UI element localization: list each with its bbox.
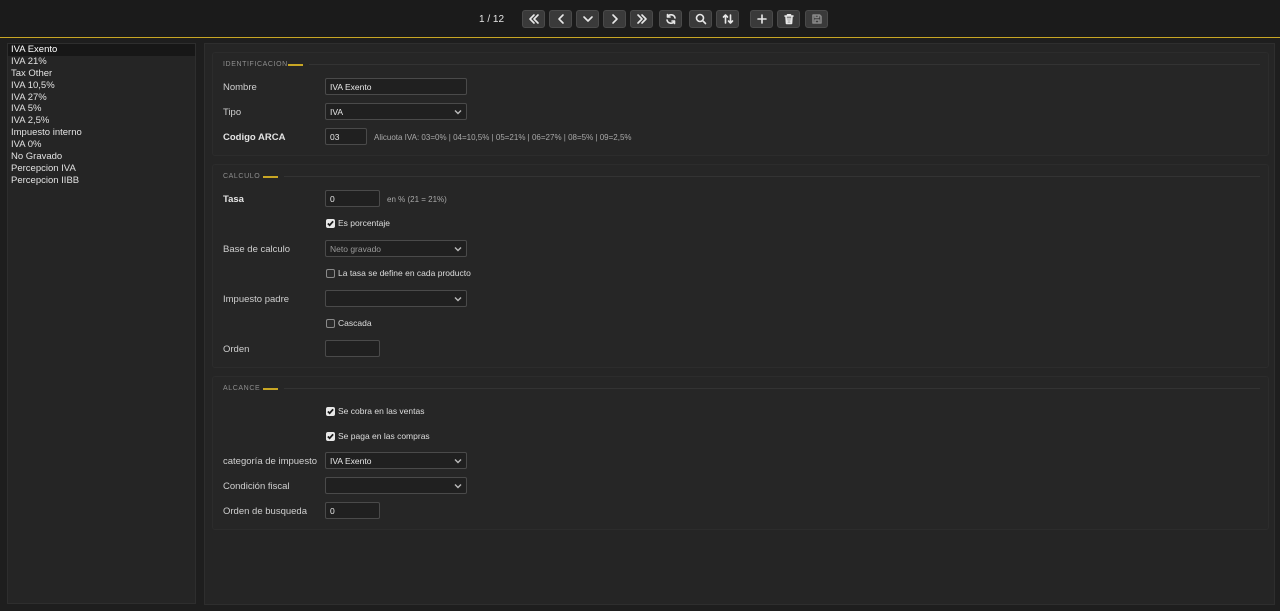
check-icon [327,433,334,440]
section-title: CALCULO [223,173,261,180]
categoria-impuesto-value: IVA Exento [330,456,372,466]
plus-icon [756,14,767,24]
list-item[interactable]: IVA 10,5% [8,80,195,92]
sort-arrows-icon [722,14,733,24]
list-item[interactable]: IVA 0% [8,139,195,151]
chevron-down-icon [454,108,462,116]
list-item[interactable]: Percepcion IVA [8,163,195,175]
list-item[interactable]: No Gravado [8,151,195,163]
paga-compras-checkbox[interactable]: Se paga en las compras [326,431,430,441]
chevrons-left-icon [528,14,539,24]
record-form: IDENTIFICACION Nombre IVA Exento Tipo IV… [204,43,1275,605]
section-divider [309,64,1260,65]
list-item[interactable]: IVA Exento [8,44,195,56]
section-title: IDENTIFICACION [223,61,288,68]
checkbox-box[interactable] [326,218,335,228]
checkbox-box[interactable] [326,318,335,328]
condicion-fiscal-select[interactable] [325,477,467,494]
chevron-right-icon [611,14,618,24]
checkbox-box[interactable] [326,406,335,416]
chevron-down-icon [454,457,462,465]
dropdown-button[interactable] [576,10,599,28]
section-divider [284,388,1260,389]
tasa-por-producto-label: La tasa se define en cada producto [338,268,471,278]
list-item[interactable]: IVA 21% [8,56,195,68]
list-item[interactable]: Percepcion IIBB [8,175,195,187]
nombre-label: Nombre [223,82,257,93]
cascada-checkbox[interactable]: Cascada [326,318,372,328]
nombre-input[interactable]: IVA Exento [325,78,467,95]
list-item[interactable]: Impuesto interno [8,127,195,139]
condicion-fiscal-label: Condición fiscal [223,481,290,492]
tipo-select-value: IVA [330,107,344,117]
chevron-down-icon [582,16,593,22]
cobra-ventas-checkbox[interactable]: Se cobra en las ventas [326,406,424,416]
paga-compras-label: Se paga en las compras [338,431,430,441]
tasa-label: Tasa [223,194,244,205]
base-calculo-select[interactable]: Neto gravado [325,240,467,257]
refresh-icon [665,13,676,25]
page-counter: 1 / 12 [479,14,505,25]
categoria-impuesto-select[interactable]: IVA Exento [325,452,467,469]
tasa-por-producto-checkbox[interactable]: La tasa se define en cada producto [326,268,471,278]
record-list: IVA Exento IVA 21% Tax Other IVA 10,5% I… [7,43,196,604]
last-page-button[interactable] [630,10,653,28]
section-divider [284,176,1260,177]
search-icon [695,13,706,25]
check-icon [327,408,334,415]
sort-button[interactable] [716,10,739,28]
tipo-select[interactable]: IVA [325,103,467,120]
cascada-label: Cascada [338,318,372,328]
orden-input[interactable] [325,340,380,357]
section-alcance: ALCANCE Se cobra en las ventas Se paga e… [212,376,1269,530]
tasa-hint: en % (21 = 21%) [387,195,447,204]
chevron-down-icon [454,482,462,490]
chevron-down-icon [454,245,462,253]
orden-label: Orden [223,344,250,355]
chevron-down-icon [454,295,462,303]
save-button[interactable] [805,10,828,28]
search-button[interactable] [689,10,712,28]
codigo-arca-hint: Alicuota IVA: 03=0% | 04=10,5% | 05=21% … [374,133,632,142]
codigo-arca-input[interactable]: 03 [325,128,367,145]
cobra-ventas-label: Se cobra en las ventas [338,406,425,416]
list-item[interactable]: IVA 27% [8,92,195,104]
checkbox-box[interactable] [326,431,335,441]
section-accent [263,388,278,390]
section-accent [263,176,278,178]
save-icon [811,14,822,24]
toolbar: 1 / 12 [0,0,1280,38]
codigo-arca-label: Codigo ARCA [223,132,286,143]
list-item[interactable]: Tax Other [8,68,195,80]
orden-busqueda-input[interactable]: 0 [325,502,380,519]
tasa-input[interactable]: 0 [325,190,380,207]
section-title: ALCANCE [223,385,261,392]
orden-busqueda-label: Orden de busqueda [223,506,307,517]
add-button[interactable] [750,10,773,28]
section-calculo: CALCULO Tasa 0 en % (21 = 21%) Es porcen… [212,164,1269,368]
impuesto-padre-label: Impuesto padre [223,294,290,305]
base-calculo-value: Neto gravado [330,244,382,254]
first-page-button[interactable] [522,10,545,28]
refresh-button[interactable] [659,10,682,28]
section-identificacion: IDENTIFICACION Nombre IVA Exento Tipo IV… [212,52,1269,156]
categoria-impuesto-label: categoría de impuesto [223,456,318,467]
trash-icon [783,14,794,25]
checkbox-box[interactable] [326,268,335,278]
delete-button[interactable] [777,10,800,28]
check-icon [327,220,334,227]
list-item[interactable]: IVA 2,5% [8,115,195,127]
tipo-label: Tipo [223,107,242,118]
chevrons-right-icon [636,14,647,24]
impuesto-padre-select[interactable] [325,290,467,307]
next-page-button[interactable] [603,10,626,28]
previous-page-button[interactable] [549,10,572,28]
es-porcentaje-label: Es porcentaje [338,218,390,228]
chevron-left-icon [557,14,564,24]
list-item[interactable]: IVA 5% [8,103,195,115]
section-accent [288,64,303,66]
base-calculo-label: Base de calculo [223,244,291,255]
es-porcentaje-checkbox[interactable]: Es porcentaje [326,218,390,228]
